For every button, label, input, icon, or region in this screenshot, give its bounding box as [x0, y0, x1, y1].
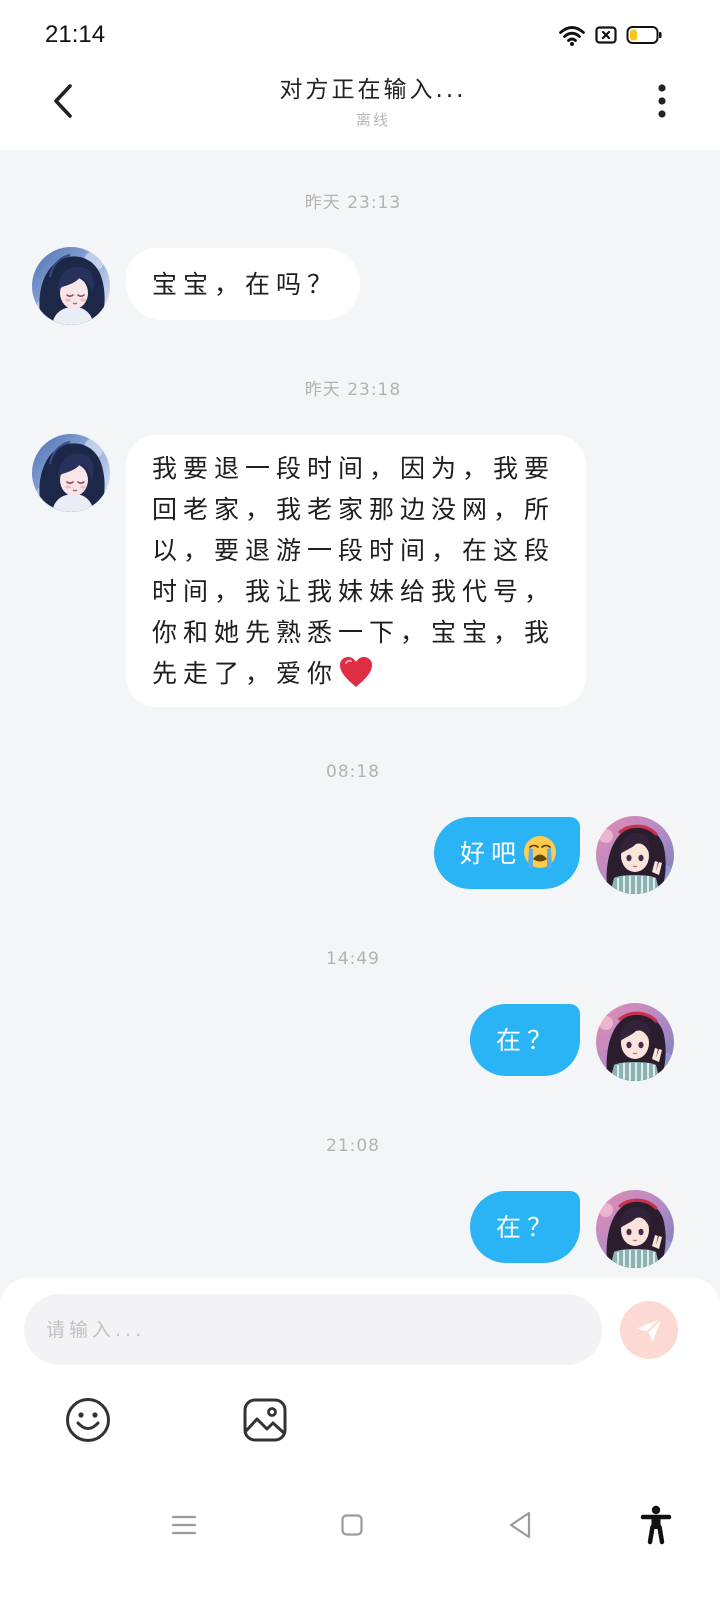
send-button[interactable] — [620, 1301, 678, 1359]
message-timestamp: 21:08 — [326, 1136, 380, 1156]
image-icon — [243, 1398, 287, 1442]
header: 21:14 对方正在输入... 离线 — [0, 0, 720, 150]
loudly-crying-face-emoji-icon — [524, 835, 556, 868]
message-timestamp: 14:49 — [326, 949, 380, 969]
message-text: 在？ — [495, 1212, 558, 1242]
message-text: 宝宝，在吗？ — [152, 269, 339, 299]
message-input-container — [24, 1294, 602, 1365]
message-row-sent: 在？ — [0, 1003, 706, 1081]
chat-title-block: 对方正在输入... 离线 — [200, 75, 546, 130]
battery-icon — [626, 26, 662, 44]
menu-icon — [171, 1515, 197, 1535]
message-bubble[interactable]: 我要退一段时间，因为，我要回老家，我老家那边没网，所以，要退游一段时间，在这段时… — [126, 435, 586, 707]
composer-panel — [0, 1278, 720, 1600]
presence-status: 离线 — [355, 111, 390, 129]
message-text: 好吧 — [459, 838, 522, 868]
back-chevron-icon — [54, 84, 72, 118]
message-input[interactable] — [24, 1294, 602, 1365]
self-avatar[interactable] — [596, 1190, 674, 1268]
status-time: 21:14 — [45, 21, 106, 48]
nav-home-button[interactable] — [341, 1514, 363, 1539]
message-bubble[interactable]: 好吧 — [433, 817, 580, 889]
more-vertical-icon — [658, 84, 666, 118]
contact-avatar[interactable] — [32, 247, 110, 325]
more-options-button[interactable] — [648, 80, 676, 122]
back-triangle-icon — [509, 1511, 531, 1539]
self-avatar[interactable] — [596, 1003, 674, 1081]
chat-title: 对方正在输入... — [279, 77, 467, 103]
red-heart-emoji-icon — [340, 657, 373, 687]
message-bubble[interactable]: 在？ — [469, 1004, 580, 1076]
nav-recent-apps-button[interactable] — [171, 1515, 197, 1538]
message-timestamp: 08:18 — [326, 762, 380, 782]
emoji-icon — [66, 1398, 110, 1442]
message-list[interactable]: 昨天 23:13 宝宝，在吗？ 昨天 23:18 我要退一段时间，因为，我要回老… — [0, 150, 706, 1278]
back-button[interactable] — [46, 80, 78, 122]
message-row-received: 宝宝，在吗？ — [0, 247, 706, 325]
nav-back-button[interactable] — [508, 1511, 532, 1542]
image-button[interactable] — [243, 1398, 287, 1445]
accessibility-icon — [640, 1505, 672, 1545]
wifi-icon — [559, 26, 585, 46]
message-timestamp: 昨天 23:18 — [304, 380, 402, 400]
sim-card-off-icon — [595, 26, 617, 44]
message-text: 在？ — [495, 1025, 558, 1055]
emoji-button[interactable] — [65, 1397, 111, 1446]
home-square-icon — [341, 1514, 363, 1536]
accessibility-button[interactable] — [640, 1505, 672, 1548]
message-timestamp: 昨天 23:13 — [304, 193, 402, 213]
battery-fill — [630, 29, 637, 41]
message-bubble[interactable]: 在？ — [469, 1191, 580, 1263]
self-avatar[interactable] — [596, 816, 674, 894]
message-bubble[interactable]: 宝宝，在吗？ — [126, 248, 361, 320]
contact-avatar[interactable] — [32, 434, 110, 512]
message-text: 我要退一段时间，因为，我要回老家，我老家那边没网，所以，要退游一段时间，在这段时… — [152, 454, 556, 688]
message-row-sent: 在？ — [0, 1190, 706, 1268]
message-row-sent: 好吧 — [0, 816, 706, 894]
send-paper-plane-icon — [636, 1318, 663, 1342]
message-row-received: 我要退一段时间，因为，我要回老家，我老家那边没网，所以，要退游一段时间，在这段时… — [0, 434, 706, 707]
